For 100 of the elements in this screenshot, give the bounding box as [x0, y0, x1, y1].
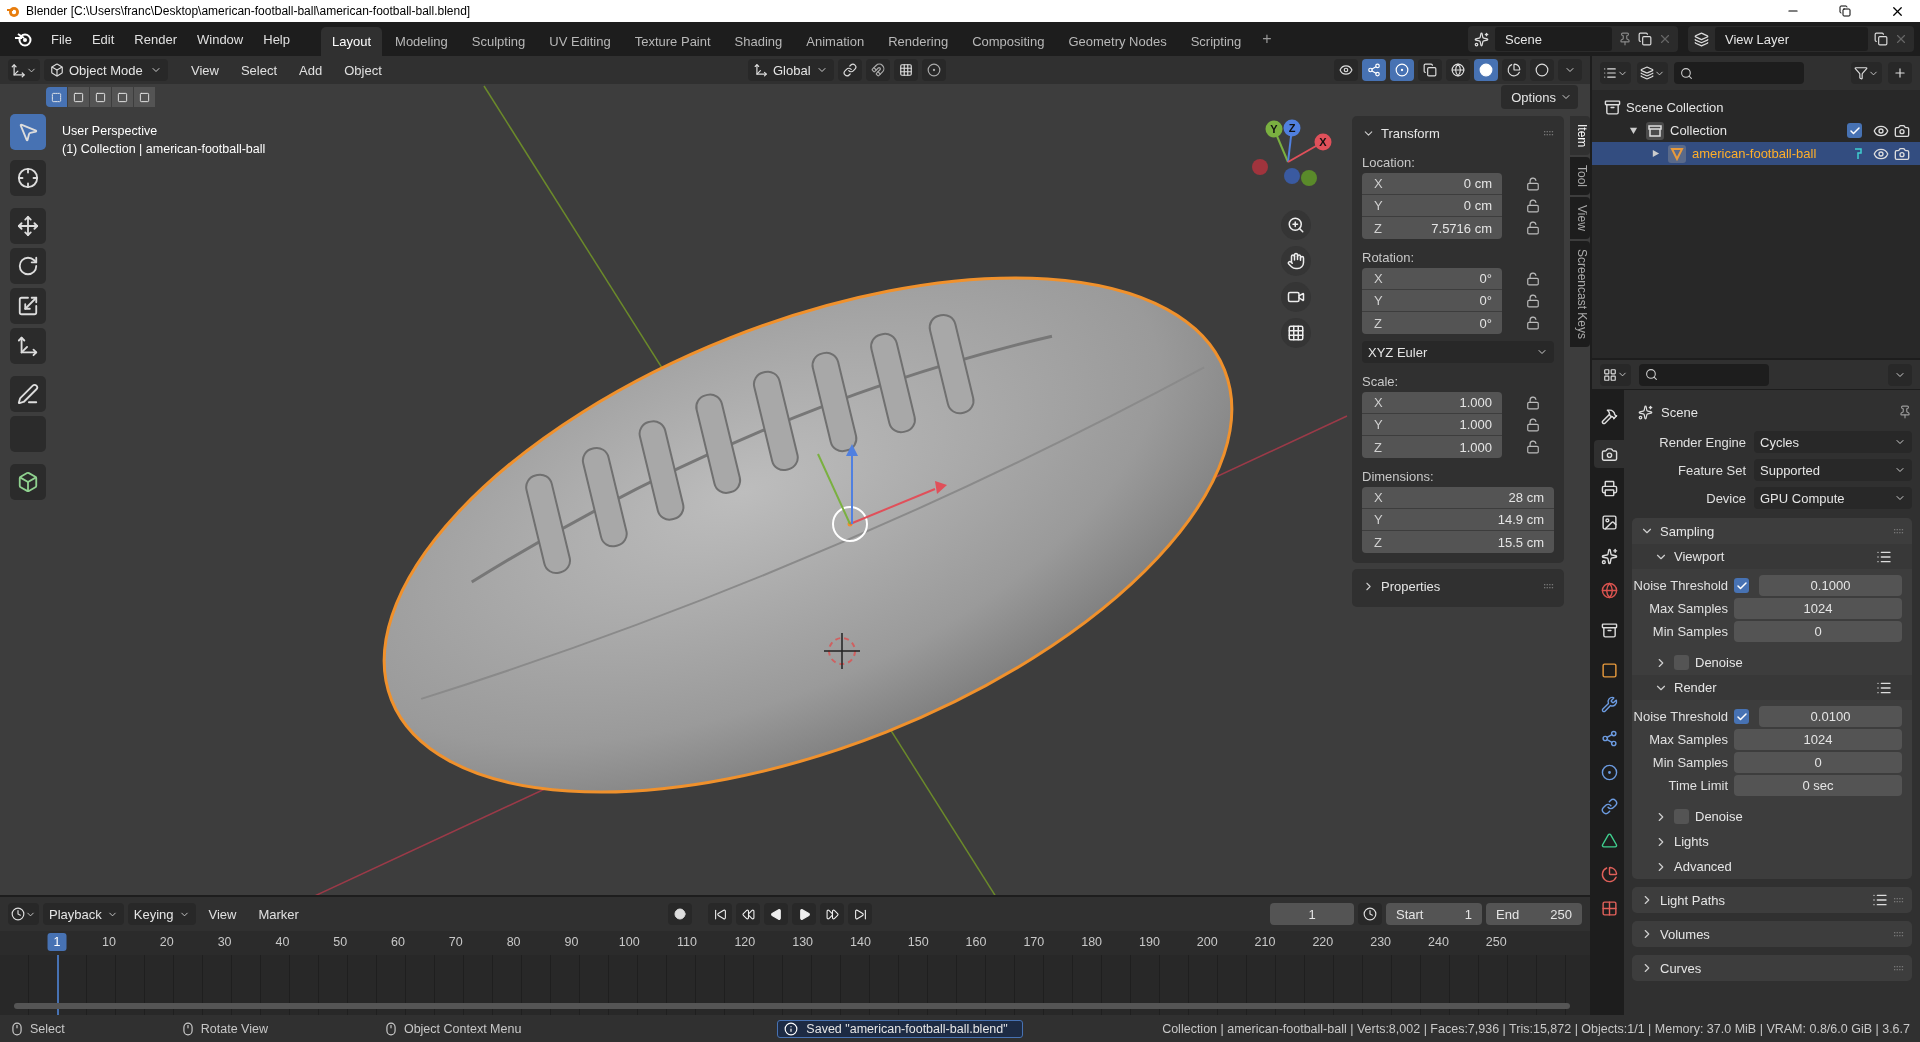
panel-title[interactable]: Volumes [1660, 926, 1888, 942]
timeline-menu-dropdown[interactable]: Keying [127, 903, 196, 925]
number-field[interactable]: Z 15.5 cm [1362, 531, 1554, 553]
setting-label: Feature Set [1677, 462, 1746, 478]
header-menu-item[interactable]: View [182, 62, 228, 78]
workspace-tab[interactable]: Geometry Nodes [1057, 26, 1178, 56]
panel-title[interactable]: Sampling [1660, 523, 1888, 539]
number-field[interactable]: X 0 cm [1362, 173, 1502, 195]
outliner-row[interactable]: american-football-ball [1592, 142, 1920, 165]
workspace-tab[interactable]: Shading [723, 26, 794, 56]
frame-number: 180 [1081, 935, 1103, 949]
timeline-menu-dropdown[interactable]: Playback [43, 903, 124, 925]
frame-number: 230 [1370, 935, 1392, 949]
number-field[interactable]: 0 sec [1734, 775, 1902, 796]
setting-dropdown[interactable]: Cycles [1754, 431, 1912, 453]
playhead-frame[interactable]: 1 [47, 933, 67, 951]
field-label: Time Limit [1667, 778, 1728, 793]
end-frame-field[interactable]: End 250 [1486, 903, 1582, 925]
report-message: Saved "american-football-ball.blend" [777, 1019, 1023, 1038]
number-field[interactable]: X 1.000 [1362, 392, 1502, 414]
frame-number: 50 [333, 935, 348, 949]
number-field[interactable]: Z 7.5716 cm [1362, 217, 1502, 239]
setting-dropdown[interactable]: Supported [1754, 459, 1912, 481]
axis-handle[interactable]: Z [1283, 119, 1301, 137]
status-hint: Object Context Menu [403, 1021, 522, 1036]
current-frame-field[interactable]: 1 [1270, 903, 1354, 925]
setting-dropdown[interactable]: GPU Compute [1754, 487, 1912, 509]
workspace-tab[interactable]: Sculpting [460, 26, 537, 56]
subpanel-title[interactable]: Advanced [1674, 859, 1892, 874]
rotation-mode-dropdown[interactable]: XYZ Euler [1362, 341, 1554, 363]
axis-handle[interactable]: Y [1265, 120, 1283, 138]
frame-number: 170 [1023, 935, 1045, 949]
field-label: Min Samples [1651, 624, 1728, 639]
subpanel-title[interactable]: Lights [1674, 834, 1892, 849]
workspace-tab[interactable]: Compositing [961, 26, 1056, 56]
panel-title[interactable]: Curves [1660, 960, 1888, 976]
header-menu-item[interactable]: Select [231, 62, 287, 78]
number-field[interactable]: X 0° [1362, 268, 1502, 290]
number-field[interactable]: 1024 [1734, 729, 1902, 750]
outliner-row[interactable]: Scene Collection [1592, 96, 1920, 119]
number-field[interactable]: 0.0100 [1759, 706, 1902, 727]
number-field[interactable]: X 28 cm [1362, 487, 1554, 509]
number-field[interactable]: Z 0° [1362, 312, 1502, 334]
workspace-tab[interactable]: Texture Paint [623, 26, 722, 56]
scene-selector[interactable]: Scene [1495, 27, 1612, 51]
number-field[interactable]: 0 [1734, 621, 1902, 642]
header-menu-item[interactable]: Object [335, 62, 391, 78]
frame-number: 10 [102, 935, 116, 949]
frame-number: 150 [907, 935, 929, 949]
sidebar-tab[interactable]: Tool [1570, 157, 1590, 196]
start-frame-field[interactable]: Start 1 [1386, 903, 1482, 925]
menu-item[interactable]: Render [125, 27, 186, 51]
sidebar-tab[interactable]: Item [1570, 116, 1590, 156]
timeline-menu-item[interactable]: Marker [249, 906, 308, 922]
workspace-tab[interactable]: Animation [795, 26, 876, 56]
field-label: Min Samples [1651, 755, 1728, 770]
number-field[interactable]: Y 14.9 cm [1362, 509, 1554, 531]
view-layer-selector[interactable]: View Layer [1715, 27, 1868, 51]
number-field[interactable]: 0 [1734, 752, 1902, 773]
scene-statistics: Collection | american-football-ball | Verts:8,002 | Faces:7,936 | Tris:15,872 | Objects:1/1 | Memory: 37.0 MiB | VRAM: 0.8/6.0 GiB | 3.6.7 [1162, 1021, 1910, 1036]
menu-item[interactable]: Edit [82, 27, 124, 51]
frame-number: 100 [618, 935, 640, 949]
sidebar-tab[interactable]: View [1570, 197, 1590, 240]
orientation-dropdown[interactable]: Global [748, 59, 834, 81]
timeline-menu-item[interactable]: View [199, 906, 246, 922]
menu-item[interactable]: File [42, 27, 81, 51]
frame-number: 190 [1139, 935, 1160, 949]
workspace-tab[interactable]: Scripting [1179, 26, 1253, 56]
setting-label: Render Engine [1658, 434, 1746, 450]
outliner-label: Scene Collection [1626, 100, 1725, 115]
frame-number: 60 [391, 935, 405, 949]
viewport-info-text: User Perspective [62, 124, 159, 138]
menu-item[interactable]: Window [188, 27, 253, 51]
options-dropdown[interactable]: Options [1501, 85, 1578, 109]
number-field[interactable]: Y 0 cm [1362, 195, 1502, 217]
number-field[interactable]: 1024 [1734, 598, 1902, 619]
frame-number: 70 [448, 935, 463, 949]
number-field[interactable]: 0.1000 [1759, 575, 1902, 596]
menu-item[interactable]: Help [254, 27, 299, 51]
subpanel-title[interactable]: Denoise [1695, 655, 1892, 670]
workspace-tab[interactable]: Layout [321, 26, 383, 56]
outliner-row[interactable]: Collection [1592, 119, 1920, 142]
subpanel-title[interactable]: Denoise [1695, 809, 1892, 824]
context-title: Scene [1661, 404, 1699, 420]
sidebar-tab[interactable]: Screencast Keys [1570, 241, 1590, 348]
axis-handle[interactable]: X [1314, 133, 1332, 151]
panel-title[interactable]: Light Paths [1660, 892, 1866, 908]
workspace-tab[interactable]: UV Editing [538, 26, 622, 56]
add-workspace-button[interactable]: + [1254, 26, 1280, 52]
frame-number: 200 [1196, 935, 1218, 949]
number-field[interactable]: Z 1.000 [1362, 436, 1502, 458]
header-menu-item[interactable]: Add [290, 62, 332, 78]
number-field[interactable]: Y 0° [1362, 290, 1502, 312]
number-field[interactable]: Y 1.000 [1362, 414, 1502, 436]
field-label: Max Samples [1648, 732, 1728, 747]
workspace-tab[interactable]: Rendering [877, 26, 960, 56]
workspace-tab[interactable]: Modeling [384, 26, 459, 56]
mode-dropdown[interactable]: Object Mode [44, 59, 168, 81]
field-label: Max Samples [1648, 601, 1728, 616]
section-label: Scale: [1362, 374, 1400, 389]
